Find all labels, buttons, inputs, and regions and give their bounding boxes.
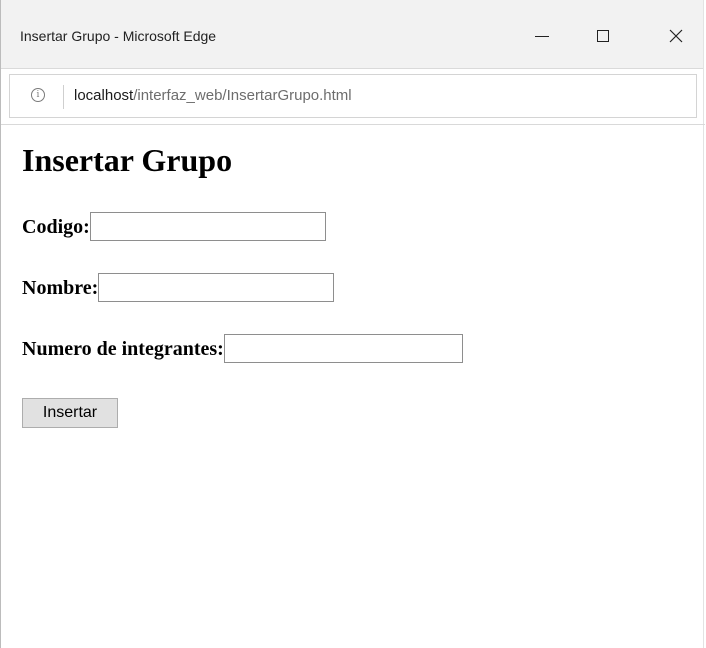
- maximize-button[interactable]: [580, 18, 626, 54]
- address-divider: [63, 85, 64, 109]
- codigo-row: Codigo:: [22, 212, 326, 241]
- toolbar-separator: [1, 124, 705, 125]
- codigo-input[interactable]: [89, 212, 326, 241]
- title-bar[interactable]: Insertar Grupo - Microsoft Edge: [1, 0, 703, 69]
- url-path: /interfaz_web/InsertarGrupo.html: [133, 87, 352, 104]
- close-icon: [669, 29, 683, 43]
- page-content: Insertar Grupo Codigo: Nombre: Numero de…: [22, 140, 463, 428]
- insertar-button[interactable]: Insertar: [22, 398, 118, 428]
- numero-integrantes-input[interactable]: [223, 334, 463, 363]
- close-button[interactable]: [653, 18, 699, 54]
- browser-window: Insertar Grupo - Microsoft Edge i localh…: [0, 0, 705, 648]
- window-title: Insertar Grupo - Microsoft Edge: [20, 28, 217, 44]
- url-host: localhost: [74, 87, 134, 104]
- numero-integrantes-row: Numero de integrantes:: [22, 334, 463, 363]
- nombre-input[interactable]: [98, 273, 335, 302]
- info-icon[interactable]: i: [31, 88, 45, 102]
- nombre-label: Nombre:: [22, 276, 99, 299]
- address-bar[interactable]: i localhost/interfaz_web/InsertarGrupo.h…: [9, 74, 697, 118]
- numero-integrantes-label: Numero de integrantes:: [22, 337, 224, 360]
- page-title: Insertar Grupo: [22, 142, 233, 178]
- minimize-icon: [535, 35, 549, 37]
- maximize-icon: [597, 30, 609, 42]
- nombre-row: Nombre:: [22, 273, 335, 302]
- minimize-button[interactable]: [519, 18, 565, 54]
- codigo-label: Codigo:: [22, 215, 90, 238]
- url-text[interactable]: localhost/interfaz_web/InsertarGrupo.htm…: [74, 87, 352, 105]
